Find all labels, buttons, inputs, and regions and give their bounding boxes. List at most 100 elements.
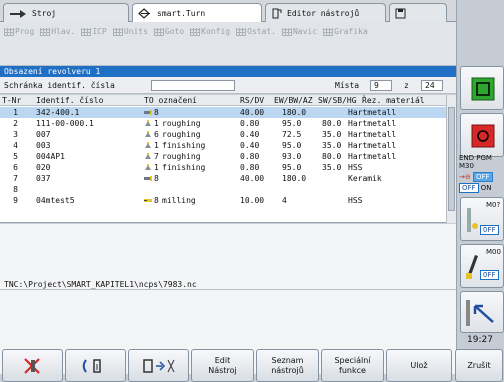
- table-scrollbar[interactable]: [446, 95, 456, 223]
- mista-label: Místa: [335, 81, 360, 90]
- cell-mat: Hartmetall: [348, 141, 397, 150]
- green-cycle-icon: [471, 77, 495, 101]
- table-row[interactable]: 6 020 1 finishing 0.80 95.0 35.0 HSS: [0, 162, 446, 173]
- turning-tool-icon: [144, 153, 152, 160]
- table-row[interactable]: 1 342-400.1 8 40.00 180.0 Hartmetall: [0, 107, 446, 118]
- menu-goto[interactable]: Goto: [153, 27, 184, 36]
- cell-to: 6: [154, 130, 159, 139]
- menu-label: Ostat.: [247, 27, 276, 36]
- col-to-oznaceni[interactable]: TO označení: [144, 95, 197, 106]
- turning-tool-icon: [144, 164, 152, 171]
- cell-to: 1: [154, 163, 159, 172]
- table-row[interactable]: 3 007 6 roughing 0.40 72.5 35.0 Hartmetall: [0, 129, 446, 140]
- cell-id: 04mtest5: [36, 196, 75, 205]
- cell-id: 007: [36, 130, 51, 139]
- cell-t: 1: [13, 108, 18, 117]
- softkey-edit-tool[interactable]: Edit Nástroj: [191, 349, 254, 382]
- softkey-special-functions[interactable]: Speciální funkce: [321, 349, 384, 382]
- cell-to: 8: [154, 196, 159, 205]
- menu-grafika[interactable]: Grafika: [323, 27, 368, 36]
- tab-stroj[interactable]: Stroj: [3, 3, 129, 22]
- cell-t: 8: [13, 185, 18, 194]
- menu-prog[interactable]: Prog: [4, 27, 34, 36]
- menu-label: Navic: [292, 27, 318, 36]
- softkey-delete-tool[interactable]: [2, 349, 63, 382]
- menu-icp[interactable]: ICP: [81, 27, 107, 36]
- cell-ew: 180.0: [282, 108, 307, 117]
- cell-desc: roughing: [162, 152, 201, 161]
- softkey-tool-swap[interactable]: [128, 349, 189, 382]
- clipboard-label: Schránka identif. čísla: [4, 81, 115, 90]
- m01-off: OFF: [480, 225, 499, 235]
- pen-icon: [466, 255, 478, 279]
- col-t-nr[interactable]: T-Nr: [2, 95, 21, 106]
- cell-rs: 0.40: [240, 130, 260, 139]
- off-toggle-a[interactable]: OFF: [459, 183, 479, 193]
- col-rs-dv[interactable]: RS/DV: [240, 95, 264, 106]
- softkey-tool-transfer[interactable]: [65, 349, 126, 382]
- col-identif[interactable]: Identif. číslo: [36, 95, 103, 106]
- softkey-tool-list[interactable]: Seznam nástrojů: [256, 349, 319, 382]
- table-row[interactable]: 7 037 8 40.00 180.0 Keramik: [0, 173, 446, 184]
- menu-konfig[interactable]: Konfig: [190, 27, 230, 36]
- program-path: TNC:\Project\SMART_KAPITEL1\ncps\7983.nc: [4, 280, 197, 289]
- tool-transfer-icon: [82, 358, 101, 373]
- cell-sw: 80.0: [322, 119, 342, 128]
- cell-desc: finishing: [162, 163, 206, 172]
- clipboard-field[interactable]: [151, 80, 235, 91]
- table-row[interactable]: 5 004AP1 7 roughing 0.80 93.0 80.0 Hartmetall: [0, 151, 446, 162]
- col-ew-bw-az[interactable]: EW/BW/AZ: [274, 95, 313, 106]
- cell-rs: 0.80: [240, 163, 260, 172]
- mista-field[interactable]: 9: [370, 80, 392, 91]
- cell-t: 5: [13, 152, 18, 161]
- boring-tool-icon: [144, 109, 152, 116]
- clipboard-row: Schránka identif. čísla Místa 9 z 24: [0, 77, 456, 94]
- table-row[interactable]: 8: [0, 184, 446, 195]
- menu-label: Hlav.: [51, 27, 76, 36]
- cell-id: 037: [36, 174, 51, 183]
- cell-sw: 35.0: [322, 141, 342, 150]
- cell-ew: 95.0: [282, 163, 302, 172]
- cell-t: 6: [13, 163, 18, 172]
- cell-rs: 0.40: [240, 141, 260, 150]
- menu-label: Grafika: [334, 27, 368, 36]
- cell-id: 003: [36, 141, 51, 150]
- turning-tool-icon: [144, 142, 152, 149]
- tab-smart-turn[interactable]: smart.Turn: [132, 3, 262, 22]
- softkey-save[interactable]: Ulož: [386, 349, 452, 382]
- cell-mat: Keramik: [348, 174, 382, 183]
- feed-key[interactable]: [460, 291, 504, 333]
- menu-label: Prog: [15, 27, 35, 36]
- mista-of-label: z: [404, 81, 409, 90]
- menu-hlav[interactable]: Hlav.: [40, 27, 75, 36]
- table-row[interactable]: 2 111-00-000.1 1 roughing 0.80 95.0 80.0 Hartme…: [0, 118, 446, 129]
- warning-icon: →⊖: [459, 173, 471, 181]
- special-functions-label: Speciální funkce: [334, 355, 371, 375]
- cell-rs: 0.80: [240, 119, 260, 128]
- tab-editor-nastroju[interactable]: Editor nástrojů: [265, 3, 386, 22]
- softkey-cancel[interactable]: Zrušit: [455, 349, 503, 382]
- cell-t: 9: [13, 196, 18, 205]
- menu-ostat[interactable]: Ostat.: [236, 27, 276, 36]
- cell-mat: Hartmetall: [348, 152, 397, 161]
- edit-tool-label: Edit Nástroj: [208, 355, 237, 375]
- table-row[interactable]: 9 04mtest5 8 milling 10.00 4 HSS: [0, 195, 446, 206]
- path-separator: [0, 289, 456, 290]
- menu-units[interactable]: Units: [112, 27, 148, 36]
- on-toggle-a[interactable]: ON: [481, 184, 492, 192]
- turret-table: T-Nr Identif. číslo TO označení RS/DV EW…: [0, 95, 456, 223]
- save-label: Ulož: [410, 360, 428, 370]
- delete-tool-icon: [23, 357, 40, 374]
- col-sw-sb-hg[interactable]: SW/SB/HG: [318, 95, 357, 106]
- table-row[interactable]: 4 003 1 finishing 0.40 95.0 35.0 Hartmetall: [0, 140, 446, 151]
- cell-ew: 95.0: [282, 119, 302, 128]
- menu-navic[interactable]: Navic: [281, 27, 318, 36]
- cell-t: 3: [13, 130, 18, 139]
- mista-total: 24: [421, 80, 443, 91]
- nc-start-key[interactable]: [460, 66, 504, 110]
- cell-desc: roughing: [162, 119, 201, 128]
- tab-save[interactable]: [389, 3, 447, 22]
- col-rez-material[interactable]: Řez. materiál: [362, 95, 425, 106]
- scroll-thumb[interactable]: [448, 107, 455, 211]
- grid-icon: [4, 27, 14, 36]
